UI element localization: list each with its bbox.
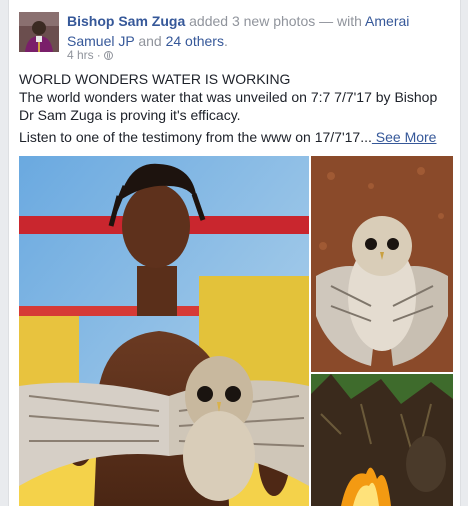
post-text-line-1: WORLD WONDERS WATER IS WORKING bbox=[19, 71, 291, 87]
others-link[interactable]: 24 others bbox=[166, 33, 224, 49]
feed-post: Bishop Sam Zuga added 3 new photos — wit… bbox=[8, 0, 461, 506]
photo-man-holding-owl[interactable] bbox=[19, 156, 309, 506]
post-text-line-3: Listen to one of the testimony from the … bbox=[19, 128, 451, 146]
globe-icon[interactable] bbox=[103, 50, 113, 60]
post-header: Bishop Sam Zuga added 3 new photos — wit… bbox=[67, 11, 452, 51]
meta-separator: · bbox=[96, 48, 101, 62]
post-meta: 4 hrs · bbox=[67, 48, 113, 62]
post-timestamp[interactable]: 4 hrs bbox=[67, 48, 94, 62]
post-period: . bbox=[223, 33, 228, 49]
photo-grid bbox=[19, 156, 453, 506]
author-avatar[interactable] bbox=[19, 12, 59, 52]
post-action-text: added 3 new photos — with bbox=[185, 13, 366, 29]
post-text-line-3-body: Listen to one of the testimony from the … bbox=[19, 129, 372, 145]
photo-fire-on-grass[interactable] bbox=[311, 374, 453, 506]
see-more-link[interactable]: See More bbox=[372, 129, 437, 145]
post-text: WORLD WONDERS WATER IS WORKING The world… bbox=[19, 70, 451, 146]
photo-owl-on-ground[interactable] bbox=[311, 156, 453, 372]
post-and-text: and bbox=[134, 33, 166, 49]
author-name-link[interactable]: Bishop Sam Zuga bbox=[67, 13, 185, 29]
post-text-line-2: The world wonders water that was unveile… bbox=[19, 89, 438, 123]
